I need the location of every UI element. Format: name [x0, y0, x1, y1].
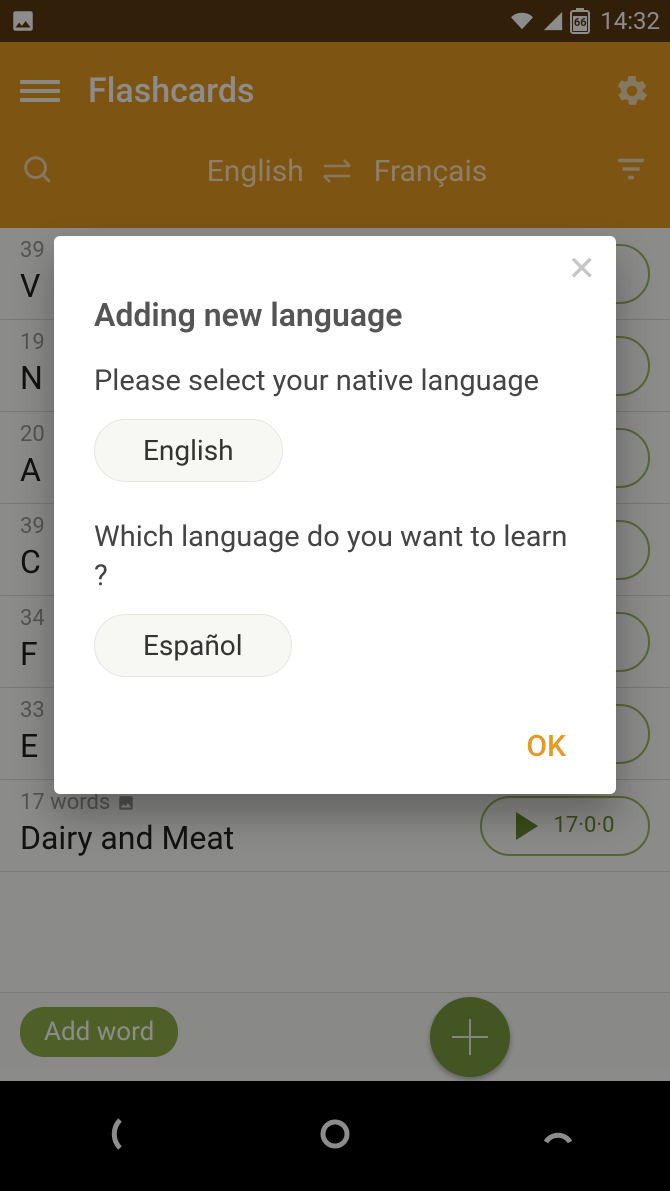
add-language-dialog: ✕ Adding new language Please select your…: [54, 236, 616, 794]
native-language-selector[interactable]: English: [94, 419, 283, 482]
native-language-prompt: Please select your native language: [94, 362, 576, 401]
ok-button[interactable]: OK: [94, 723, 576, 770]
learn-language-prompt: Which language do you want to learn ?: [94, 518, 576, 596]
learn-language-selector[interactable]: Español: [94, 614, 292, 677]
close-icon[interactable]: ✕: [568, 252, 597, 286]
dialog-title: Adding new language: [94, 296, 576, 334]
